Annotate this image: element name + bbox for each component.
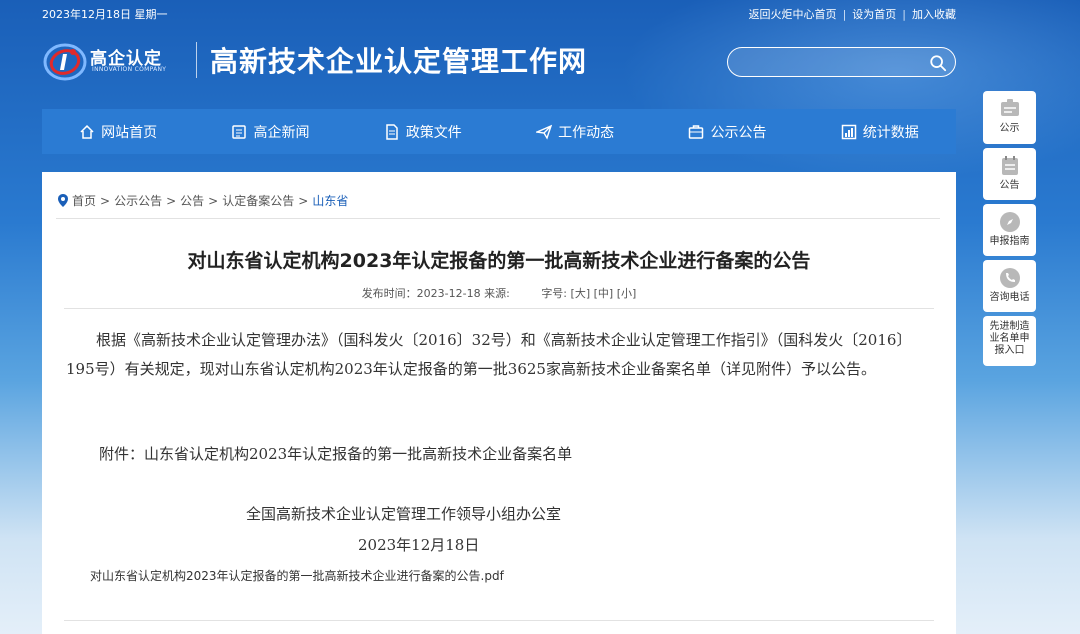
side-button-guide[interactable]: 申报指南 [983, 204, 1036, 256]
font-size-large-link[interactable]: [大] [571, 287, 591, 300]
separator: | [842, 8, 847, 21]
top-bar: 2023年12月18日 星期一 返回火炬中心首页 | 设为首页 | 加入收藏 [42, 6, 956, 24]
breadcrumb-notices[interactable]: 公告 [180, 192, 204, 209]
nav-label: 网站首页 [101, 124, 158, 141]
side-label: 先进制造业名单申报入口 [989, 321, 1030, 356]
side-label: 公告 [999, 180, 1020, 191]
search-input[interactable] [740, 52, 920, 72]
article-panel: 首页 > 公示公告 > 公告 > 认定备案公告 > 山东省 对山东省认定机构20… [42, 172, 956, 634]
side-button-advanced-manufacturing[interactable]: 先进制造业名单申报入口 [983, 316, 1036, 366]
attachment-note: 附件：山东省认定机构2023年认定报备的第一批高新技术企业备案名单 [99, 445, 573, 463]
article-body: 根据《高新技术企业认定管理办法》（国科发火〔2016〕32号）和《高新技术企业认… [66, 331, 912, 378]
nav-item-home[interactable]: 网站首页 [42, 109, 194, 154]
font-size-label: 字号: [541, 287, 568, 300]
search-box [727, 47, 956, 77]
breadcrumb-filing-notices[interactable]: 认定备案公告 [222, 192, 294, 209]
search-icon[interactable] [929, 54, 947, 72]
top-links: 返回火炬中心首页 | 设为首页 | 加入收藏 [749, 6, 956, 24]
paper-plane-icon [536, 124, 553, 140]
divider [64, 620, 934, 621]
breadcrumb-separator: > [208, 193, 219, 208]
article-meta: 发布时间：2023-12-18 来源: 字号: [大] [中] [小] [42, 285, 956, 301]
compass-icon [999, 212, 1020, 232]
nav-item-news[interactable]: 高企新闻 [194, 109, 346, 154]
breadcrumb: 首页 > 公示公告 > 公告 > 认定备案公告 > 山东省 [58, 192, 348, 209]
nav-label: 高企新闻 [253, 124, 310, 141]
breadcrumb-separator: > [298, 193, 309, 208]
attachment-pdf-link[interactable]: 对山东省认定机构2023年认定报备的第一批高新技术企业进行备案的公告.pdf [90, 567, 504, 584]
signing-organization: 全国高新技术企业认定管理工作领导小组办公室 [246, 505, 562, 523]
nav-label: 公示公告 [710, 124, 767, 141]
logo-divider [196, 42, 197, 78]
calendar-icon [1001, 156, 1018, 175]
nav-label: 政策文件 [405, 124, 462, 141]
divider [64, 308, 934, 309]
return-torch-center-link[interactable]: 返回火炬中心首页 [749, 6, 837, 24]
nav-label: 工作动态 [558, 124, 615, 141]
article-title: 对山东省认定机构2023年认定报备的第一批高新技术企业进行备案的公告 [187, 250, 811, 272]
signing-date: 2023年12月18日 [358, 536, 480, 554]
separator: | [902, 8, 906, 21]
nav-item-policy[interactable]: 政策文件 [347, 109, 499, 154]
briefcase-icon [689, 124, 704, 139]
side-label: 咨询电话 [989, 292, 1030, 303]
home-icon [80, 124, 94, 139]
breadcrumb-separator: > [100, 193, 111, 208]
set-homepage-link[interactable]: 设为首页 [852, 6, 896, 24]
font-size-small-link[interactable]: [小] [617, 287, 637, 300]
document-icon [386, 123, 398, 140]
breadcrumb-announcements[interactable]: 公示公告 [114, 192, 162, 209]
logo-emblem-icon [43, 43, 87, 81]
site-title: 高新技术企业认定管理工作网 [210, 45, 588, 78]
nav-item-work-updates[interactable]: 工作动态 [499, 109, 651, 154]
site-logo[interactable]: 高企认定 INNOVATION COMPANY [42, 38, 192, 82]
side-button-notice[interactable]: 公示 [983, 91, 1036, 144]
side-button-announcement[interactable]: 公告 [983, 148, 1036, 200]
publish-info: 发布时间：2023-12-18 来源: [361, 287, 510, 300]
add-favorite-link[interactable]: 加入收藏 [912, 6, 956, 24]
logo-subtitle: INNOVATION COMPANY [92, 66, 167, 73]
side-label: 申报指南 [989, 236, 1030, 247]
side-button-hotline[interactable]: 咨询电话 [983, 260, 1036, 312]
nav-label: 统计数据 [862, 124, 919, 141]
breadcrumb-separator: > [166, 193, 177, 208]
phone-icon [999, 268, 1020, 288]
news-icon [232, 124, 247, 139]
breadcrumb-home[interactable]: 首页 [72, 192, 96, 209]
current-date: 2023年12月18日 星期一 [42, 8, 168, 21]
chart-icon [841, 124, 857, 139]
breadcrumb-shandong[interactable]: 山东省 [312, 192, 348, 209]
side-label: 公示 [999, 123, 1020, 134]
location-pin-icon [58, 194, 68, 207]
nav-item-statistics[interactable]: 统计数据 [804, 109, 956, 154]
font-size-medium-link[interactable]: [中] [594, 287, 614, 300]
main-nav: 网站首页 高企新闻 政策文件 工作动态 公示公告 统计数据 [42, 109, 956, 154]
notice-board-icon [1000, 99, 1019, 116]
nav-item-announcements[interactable]: 公示公告 [651, 109, 803, 154]
divider [56, 218, 940, 219]
